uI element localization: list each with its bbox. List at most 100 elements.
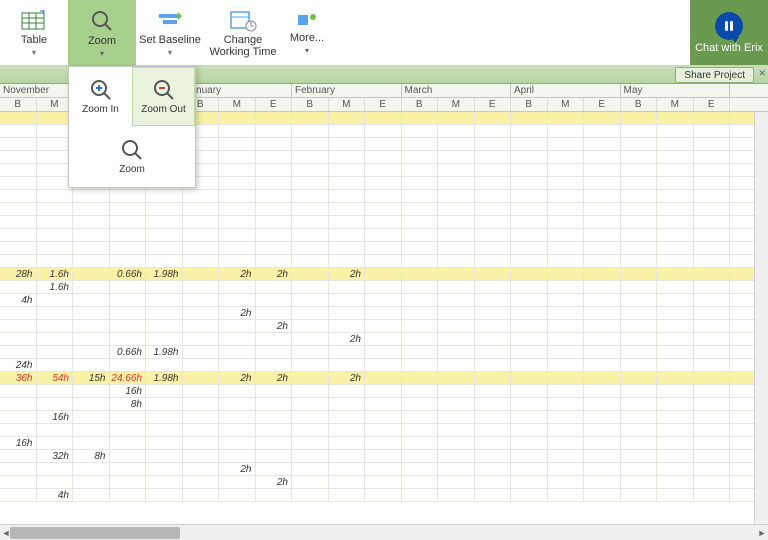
grid-cell — [548, 372, 585, 384]
horizontal-scrollbar[interactable]: ◄ ► — [0, 524, 768, 540]
grid-cell — [584, 476, 621, 488]
scroll-right-arrow-icon[interactable]: ► — [756, 527, 768, 539]
grid-cell — [621, 229, 658, 241]
table-row — [0, 424, 768, 437]
grid-cell — [292, 125, 329, 137]
grid-cell — [219, 450, 256, 462]
grid-cell — [548, 229, 585, 241]
table-row: 32h8h — [0, 450, 768, 463]
grid-cell — [0, 463, 37, 475]
zoom-in-label: Zoom In — [82, 104, 119, 115]
zoom-option[interactable]: Zoom — [69, 127, 195, 186]
grid-cell — [219, 346, 256, 358]
zoom-in-option[interactable]: Zoom In — [69, 67, 132, 126]
grid-cell — [402, 151, 439, 163]
grid-cell — [548, 333, 585, 345]
zoom-dropdown-panel: Zoom In Zoom Out Zoom — [68, 66, 196, 188]
grid-cell — [219, 281, 256, 293]
grid-cell — [0, 320, 37, 332]
grid-cell — [657, 125, 694, 137]
sub-header: B — [621, 98, 658, 111]
grid-cell: 1.98h — [146, 372, 183, 384]
table-row: 0.66h1.98h — [0, 346, 768, 359]
table-button[interactable]: Table ▾ — [0, 0, 68, 66]
grid-cell — [621, 424, 658, 436]
grid-cell — [256, 125, 293, 137]
grid-cell — [438, 346, 475, 358]
grid-cell — [511, 372, 548, 384]
grid-cell — [694, 164, 731, 176]
grid-cell — [694, 411, 731, 423]
grid-cell — [621, 281, 658, 293]
more-button[interactable]: More... ▾ — [282, 0, 332, 66]
zoom-out-option[interactable]: Zoom Out — [132, 67, 195, 126]
grid-cell — [548, 385, 585, 397]
grid-cell — [511, 463, 548, 475]
grid-cell — [438, 203, 475, 215]
grid-cell — [256, 203, 293, 215]
grid-cell — [219, 320, 256, 332]
change-working-time-button[interactable]: Change Working Time — [204, 0, 282, 66]
grid-cell — [694, 359, 731, 371]
grid-cell — [548, 151, 585, 163]
grid-cell — [402, 190, 439, 202]
grid-cell — [329, 138, 366, 150]
grid-cell — [256, 385, 293, 397]
grid-cell — [110, 320, 147, 332]
grid-cell — [110, 190, 147, 202]
calendar-clock-icon — [229, 8, 257, 32]
grid-cell — [256, 294, 293, 306]
scroll-thumb[interactable] — [10, 527, 180, 539]
grid-cell — [584, 268, 621, 280]
dropdown-arrow-icon: ▾ — [168, 48, 172, 57]
share-project-button[interactable]: Share Project — [675, 67, 754, 83]
chat-with-erix-button[interactable]: Chat with Erix — [690, 0, 768, 65]
grid-cell — [657, 372, 694, 384]
grid-cell — [657, 320, 694, 332]
grid-cell — [402, 476, 439, 488]
grid-cell — [475, 112, 512, 124]
grid-cell: 24.66h — [110, 372, 147, 384]
zoom-button[interactable]: Zoom ▾ — [68, 0, 136, 66]
grid-cell — [475, 294, 512, 306]
grid-cell — [584, 372, 621, 384]
grid-cell — [292, 268, 329, 280]
grid-cell — [110, 281, 147, 293]
grid-cell — [584, 359, 621, 371]
close-icon[interactable]: ✕ — [758, 68, 766, 79]
grid-cell — [475, 177, 512, 189]
sub-header: E — [256, 98, 293, 111]
grid-cell — [73, 385, 110, 397]
grid-cell — [511, 437, 548, 449]
grid-cell — [219, 216, 256, 228]
grid-cell — [365, 203, 402, 215]
grid-cell — [146, 229, 183, 241]
grid-cell — [511, 255, 548, 267]
grid-cell — [329, 164, 366, 176]
grid-cell — [548, 203, 585, 215]
grid-cell — [694, 424, 731, 436]
grid-cell — [657, 294, 694, 306]
grid-cell — [73, 268, 110, 280]
grid-cell — [694, 294, 731, 306]
grid-cell — [548, 437, 585, 449]
grid-cell: 2h — [329, 268, 366, 280]
grid-cell — [657, 177, 694, 189]
vertical-scrollbar[interactable] — [754, 112, 768, 524]
grid-cell — [183, 398, 220, 410]
share-project-label: Share Project — [684, 70, 745, 81]
grid-cell — [621, 203, 658, 215]
grid-cell — [73, 190, 110, 202]
grid-cell: 2h — [219, 268, 256, 280]
grid-cell — [183, 281, 220, 293]
set-baseline-button[interactable]: Set Baseline ▾ — [136, 0, 204, 66]
grid-cell — [511, 476, 548, 488]
grid-cell — [329, 398, 366, 410]
grid-cell — [219, 489, 256, 501]
grid-cell — [0, 125, 37, 137]
grid-cell — [402, 281, 439, 293]
grid-cell — [73, 489, 110, 501]
grid-cell — [694, 281, 731, 293]
grid-cell — [110, 229, 147, 241]
grid-cell — [219, 138, 256, 150]
